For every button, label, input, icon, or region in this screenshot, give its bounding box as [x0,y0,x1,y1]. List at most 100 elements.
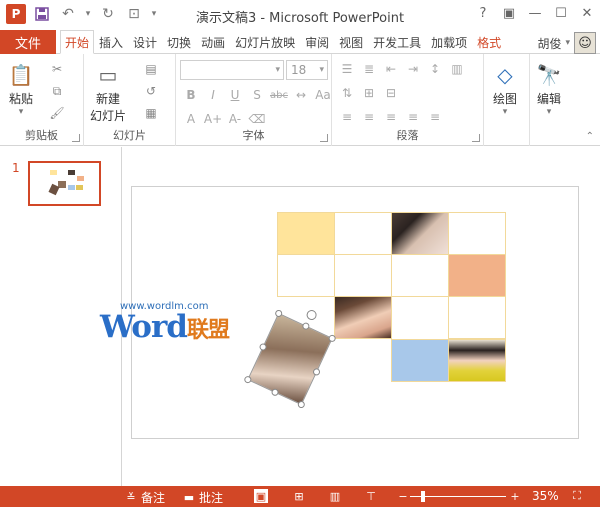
tab-home[interactable]: 开始 [60,30,95,54]
layout-icon[interactable]: ▤ [142,60,160,78]
font-grow-icon[interactable]: A+ [204,110,222,128]
font-size-combobox[interactable]: 18 ▾ [286,60,328,80]
grid-cell-yellow[interactable] [277,212,335,255]
tab-animations[interactable]: 动画 [196,30,230,54]
slide-sorter-icon: ⊞ [294,489,304,503]
slide-thumbnail-1[interactable] [28,161,101,206]
notes-button[interactable]: ≚ 备注 [124,489,165,506]
tab-file[interactable]: 文件 [0,30,56,54]
distribute-icon[interactable]: ≡ [426,108,444,126]
text-direction-icon[interactable]: ⇅ [338,84,356,102]
zoom-slider-thumb[interactable] [421,491,425,502]
grid-cell-orange[interactable] [448,254,506,297]
paragraph-row-3: ≡ ≡ ≡ ≡ ≡ [338,108,444,126]
paragraph-launcher-icon[interactable] [472,134,480,142]
copy-icon[interactable]: ⧉ [48,82,66,100]
reset-icon[interactable]: ↺ [142,82,160,100]
italic-icon[interactable]: I [204,86,222,104]
numbering-icon[interactable]: ≣ [360,60,378,78]
maximize-icon[interactable]: ☐ [552,4,570,22]
photo-girl-3[interactable] [448,339,506,382]
close-icon[interactable]: ✕ [578,4,596,22]
zoom-level[interactable]: 35% [532,489,559,503]
normal-view-icon: ▣ [254,489,268,503]
ribbon-tabs: 开始 插入 设计 切换 动画 幻灯片放映 审阅 视图 开发工具 加载项 格式 [60,30,506,54]
increase-indent-icon[interactable]: ⇥ [404,60,422,78]
tab-format[interactable]: 格式 [472,30,506,54]
paste-button[interactable]: 📋 粘贴 ▾ [6,60,36,117]
strikethrough-icon[interactable]: abc [270,86,288,104]
slideshow-view-button[interactable]: ⊤ [364,489,378,503]
drawing-label: 绘图 [492,92,517,106]
font-size-value: 18 [291,63,307,77]
decrease-indent-icon[interactable]: ⇤ [382,60,400,78]
columns-icon[interactable]: ▥ [448,60,466,78]
resize-handle-se[interactable] [296,399,306,410]
bold-icon[interactable]: B [182,86,200,104]
reading-view-button[interactable]: ▥ [328,489,342,503]
font-name-combobox[interactable]: ▾ [180,60,284,80]
ribbon-display-icon[interactable]: ▣ [500,4,518,22]
slide-sorter-button[interactable]: ⊞ [292,489,306,503]
tab-view[interactable]: 视图 [334,30,368,54]
align-left-icon[interactable]: ≡ [338,108,356,126]
grid-cell[interactable] [391,254,449,297]
justify-icon[interactable]: ≡ [404,108,422,126]
bullets-icon[interactable]: ☰ [338,60,356,78]
tab-slideshow[interactable]: 幻灯片放映 [230,30,300,54]
character-spacing-icon[interactable]: ↔ [292,86,310,104]
align-text-icon[interactable]: ⊞ [360,84,378,102]
clear-formatting-icon[interactable]: ⌫ [248,110,266,128]
section-icon[interactable]: ▦ [142,104,160,122]
zoom-in-button[interactable]: + [508,489,522,503]
cut-icon[interactable]: ✂ [48,60,66,78]
zoom-out-button[interactable]: − [396,489,410,503]
drawing-button[interactable]: ◇ 绘图 ▾ [490,60,520,117]
font-launcher-icon[interactable] [320,134,328,142]
smartart-icon[interactable]: ⊟ [382,84,400,102]
grid-cell[interactable] [334,212,392,255]
tab-review[interactable]: 审阅 [300,30,334,54]
underline-icon[interactable]: U [226,86,244,104]
editing-button[interactable]: 🔭 编辑 ▾ [534,60,564,117]
status-bar: ≚ 备注 ▬ 批注 ▣ ⊞ ▥ ⊤ − + 35% ⛶ [0,486,600,507]
resize-handle-s[interactable] [270,387,280,397]
comments-button[interactable]: ▬ 批注 [182,489,223,506]
group-label-clipboard: 剪贴板 [25,129,58,142]
minimize-icon[interactable]: — [526,4,544,22]
watermark-cn: 联盟 [186,318,230,343]
tab-developer[interactable]: 开发工具 [368,30,426,54]
tab-insert[interactable]: 插入 [94,30,128,54]
clipboard-launcher-icon[interactable] [72,134,80,142]
grid-cell[interactable] [277,254,335,297]
grid-cell[interactable] [448,296,506,339]
format-painter-icon[interactable]: 🖌 [48,104,66,122]
collapse-ribbon-icon[interactable]: ⌃ [586,131,594,142]
slide-canvas[interactable]: www.wordlm.com Word联盟 [100,186,579,439]
fit-slide-button[interactable]: ⛶ [570,489,584,503]
photo-girl-2[interactable] [334,296,392,339]
new-slide-button[interactable]: ▭ 新建 幻灯片 [90,60,126,124]
change-case-icon[interactable]: Aa [314,86,332,104]
photo-girl-1[interactable] [391,212,449,255]
normal-view-button[interactable]: ▣ [254,489,268,503]
resize-handle-w[interactable] [258,342,268,352]
help-icon[interactable]: ? [474,4,492,22]
resize-handle-sw[interactable] [243,374,253,385]
tab-design[interactable]: 设计 [128,30,162,54]
slideshow-view-icon: ⊤ [366,489,376,503]
tab-transitions[interactable]: 切换 [162,30,196,54]
align-center-icon[interactable]: ≡ [360,108,378,126]
grid-cell[interactable] [334,254,392,297]
shadow-icon[interactable]: S [248,86,266,104]
user-account[interactable]: 胡俊 ▾ ☺ [537,32,596,54]
font-format-row-2: A A+ A- ⌫ [182,110,266,128]
align-right-icon[interactable]: ≡ [382,108,400,126]
grid-cell-blue[interactable] [391,339,449,382]
grid-cell[interactable] [448,212,506,255]
group-label-paragraph: 段落 [396,129,419,142]
font-color-icon[interactable]: A [182,110,200,128]
font-shrink-icon[interactable]: A- [226,110,244,128]
tab-addins[interactable]: 加载项 [426,30,472,54]
line-spacing-icon[interactable]: ↕ [426,60,444,78]
